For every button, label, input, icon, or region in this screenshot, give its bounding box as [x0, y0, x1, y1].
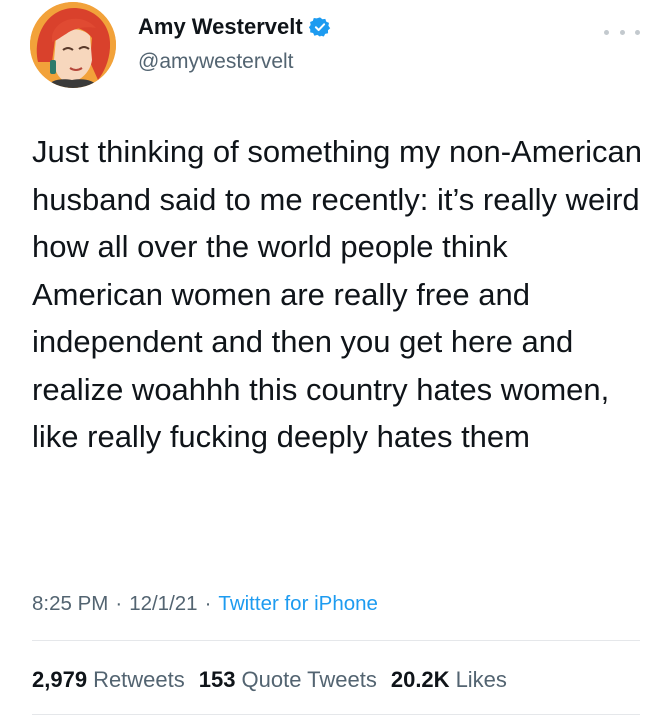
author-name-row[interactable]: Amy Westervelt — [138, 14, 331, 40]
tweet-date[interactable]: 12/1/21 — [129, 592, 197, 616]
likes-label: Likes — [455, 667, 507, 692]
retweets-stat[interactable]: 2,979 Retweets — [32, 667, 185, 693]
tweet-time[interactable]: 8:25 PM — [32, 592, 108, 616]
tweet-source-link[interactable]: Twitter for iPhone — [218, 592, 378, 616]
separator-dot: · — [115, 592, 123, 615]
verified-badge-icon — [308, 16, 331, 38]
author-handle[interactable]: @amywestervelt — [138, 50, 294, 74]
likes-stat[interactable]: 20.2K Likes — [391, 667, 507, 693]
tweet-stats: 2,979 Retweets 153 Quote Tweets 20.2K Li… — [32, 667, 521, 693]
quote-tweets-count: 153 — [198, 667, 236, 692]
tweet-header: Amy Westervelt @amywestervelt — [0, 0, 670, 110]
likes-count: 20.2K — [390, 667, 450, 692]
divider — [32, 714, 640, 715]
divider — [32, 640, 640, 641]
quote-tweets-label: Quote Tweets — [241, 667, 377, 692]
author-display-name[interactable]: Amy Westervelt — [138, 14, 303, 40]
avatar-illustration — [30, 2, 116, 88]
retweets-count: 2,979 — [32, 667, 88, 692]
more-dot — [604, 29, 609, 35]
more-dot — [635, 29, 640, 35]
avatar[interactable] — [30, 2, 116, 88]
more-options-icon[interactable] — [604, 22, 640, 42]
separator-dot: · — [204, 592, 212, 615]
more-dot — [619, 29, 625, 35]
retweets-label: Retweets — [93, 667, 185, 692]
tweet-metadata: 8:25 PM · 12/1/21 · Twitter for iPhone — [32, 592, 378, 616]
tweet-text: Just thinking of something my non-Americ… — [32, 134, 642, 454]
quote-tweets-stat[interactable]: 153 Quote Tweets — [199, 667, 377, 693]
